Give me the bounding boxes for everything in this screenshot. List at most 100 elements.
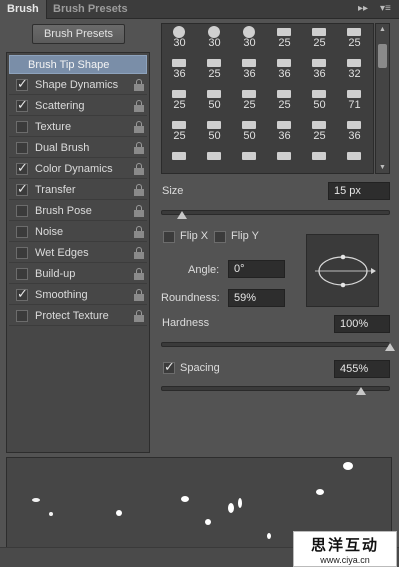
brush-tip-cell[interactable]: 25	[267, 89, 302, 111]
lock-icon[interactable]	[134, 268, 144, 280]
lock-icon[interactable]	[134, 79, 144, 91]
scroll-up-icon[interactable]: ▲	[379, 26, 386, 33]
roundness-field[interactable]: 59%	[228, 289, 285, 307]
brush-tip-cell[interactable]: 36	[302, 58, 337, 80]
option-checkbox[interactable]: ✓	[16, 76, 28, 91]
angle-roundness-widget[interactable]	[306, 234, 379, 307]
lock-icon[interactable]	[134, 163, 144, 175]
option-shape-dynamics[interactable]: ✓ Shape Dynamics	[9, 76, 147, 95]
lock-icon[interactable]	[134, 247, 144, 259]
option-checkbox[interactable]	[16, 205, 28, 217]
brush-tip-cell[interactable]	[197, 151, 232, 172]
brush-tip-cell[interactable]: 25	[162, 89, 197, 111]
hardness-field[interactable]: 100%	[334, 315, 390, 333]
option-label: Scattering	[35, 100, 85, 112]
brush-tip-cell[interactable]: 50	[302, 89, 337, 111]
brush-tip-cell[interactable]: 30	[197, 26, 232, 49]
brush-tip-cell[interactable]: 32	[337, 58, 372, 80]
brush-tip-cell[interactable]	[162, 151, 197, 172]
lock-icon[interactable]	[134, 205, 144, 217]
option-checkbox[interactable]	[16, 142, 28, 154]
tab-brush[interactable]: Brush	[0, 0, 47, 19]
size-slider-knob[interactable]	[176, 211, 187, 219]
brush-presets-button[interactable]: Brush Presets	[32, 24, 125, 44]
spacing-checkbox[interactable]: ✓	[163, 359, 175, 374]
brush-tip-cell[interactable]: 25	[337, 27, 372, 49]
scroll-thumb[interactable]	[378, 44, 387, 68]
check-icon: ✓	[164, 359, 175, 374]
option-noise[interactable]: Noise	[9, 223, 147, 242]
option-checkbox[interactable]: ✓	[16, 181, 28, 196]
option-checkbox[interactable]	[16, 268, 28, 280]
lock-icon[interactable]	[134, 100, 144, 112]
lock-icon[interactable]	[134, 289, 144, 301]
option-build-up[interactable]: Build-up	[9, 265, 147, 284]
brush-tip-cell[interactable]: 25	[267, 27, 302, 49]
option-brush-pose[interactable]: Brush Pose	[9, 202, 147, 221]
brush-tip-cell[interactable]: 36	[267, 58, 302, 80]
spacing-field[interactable]: 455%	[334, 360, 390, 378]
option-transfer[interactable]: ✓ Transfer	[9, 181, 147, 200]
lock-icon[interactable]	[134, 184, 144, 196]
brush-tip-icon	[277, 121, 291, 129]
brush-tip-icon	[207, 59, 221, 67]
brush-tip-size: 50	[208, 99, 221, 111]
lock-icon[interactable]	[134, 226, 144, 238]
option-protect-texture[interactable]: Protect Texture	[9, 307, 147, 326]
hardness-slider[interactable]	[161, 342, 390, 347]
option-label: Smoothing	[35, 289, 88, 301]
brush-tip-cell[interactable]: 36	[232, 58, 267, 80]
watermark-logo: 思洋互动 www.ciya.cn	[293, 531, 397, 567]
brush-tip-icon	[172, 152, 186, 160]
spacing-slider-knob[interactable]	[355, 387, 366, 395]
brush-tip-cell[interactable]: 30	[232, 26, 267, 49]
brush-tip-cell[interactable]	[232, 151, 267, 172]
brush-tip-cell[interactable]: 25	[162, 120, 197, 142]
option-smoothing[interactable]: ✓ Smoothing	[9, 286, 147, 305]
option-checkbox[interactable]	[16, 121, 28, 133]
brush-tip-size: 36	[243, 68, 256, 80]
brush-tip-cell[interactable]	[267, 151, 302, 172]
brush-tip-cell[interactable]: 71	[337, 89, 372, 111]
option-checkbox[interactable]: ✓	[16, 160, 28, 175]
brush-tip-cell[interactable]: 30	[162, 26, 197, 49]
brush-tip-cell[interactable]	[302, 151, 337, 172]
tab-brush-presets[interactable]: Brush Presets	[46, 0, 135, 19]
option-label: Shape Dynamics	[35, 79, 119, 91]
tip-grid-scrollbar[interactable]: ▲ ▼	[375, 23, 390, 174]
option-dual-brush[interactable]: Dual Brush	[9, 139, 147, 158]
hardness-slider-knob[interactable]	[385, 343, 395, 351]
lock-icon[interactable]	[134, 142, 144, 154]
panel-menu-icon[interactable]: ▾≡	[380, 3, 391, 14]
brush-tip-cell[interactable]: 25	[302, 120, 337, 142]
lock-icon[interactable]	[134, 310, 144, 322]
option-checkbox[interactable]: ✓	[16, 286, 28, 301]
brush-tip-cell[interactable]: 50	[197, 89, 232, 111]
option-wet-edges[interactable]: Wet Edges	[9, 244, 147, 263]
collapse-icon[interactable]: ▸▸	[358, 3, 368, 14]
scroll-down-icon[interactable]: ▼	[379, 164, 386, 171]
brush-tip-cell[interactable]: 50	[197, 120, 232, 142]
brush-tip-cell[interactable]: 25	[197, 58, 232, 80]
option-brush-tip-shape[interactable]: Brush Tip Shape	[9, 55, 147, 74]
option-checkbox[interactable]	[16, 226, 28, 238]
option-scattering[interactable]: ✓ Scattering	[9, 97, 147, 116]
brush-tip-cell[interactable]	[337, 151, 372, 172]
lock-icon[interactable]	[134, 121, 144, 133]
flip-x-checkbox[interactable]	[163, 231, 175, 243]
flip-y-checkbox[interactable]	[214, 231, 226, 243]
brush-tip-cell[interactable]: 25	[302, 27, 337, 49]
size-field[interactable]: 15 px	[328, 182, 390, 200]
brush-tip-cell[interactable]: 36	[337, 120, 372, 142]
brush-tip-cell[interactable]: 50	[232, 120, 267, 142]
option-checkbox[interactable]	[16, 310, 28, 322]
brush-tip-cell[interactable]: 25	[232, 89, 267, 111]
brush-tip-cell[interactable]: 36	[162, 58, 197, 80]
brush-tip-cell[interactable]: 36	[267, 120, 302, 142]
angle-field[interactable]: 0°	[228, 260, 285, 278]
option-color-dynamics[interactable]: ✓ Color Dynamics	[9, 160, 147, 179]
option-checkbox[interactable]: ✓	[16, 97, 28, 112]
option-texture[interactable]: Texture	[9, 118, 147, 137]
option-checkbox[interactable]	[16, 247, 28, 259]
size-slider[interactable]	[161, 210, 390, 215]
